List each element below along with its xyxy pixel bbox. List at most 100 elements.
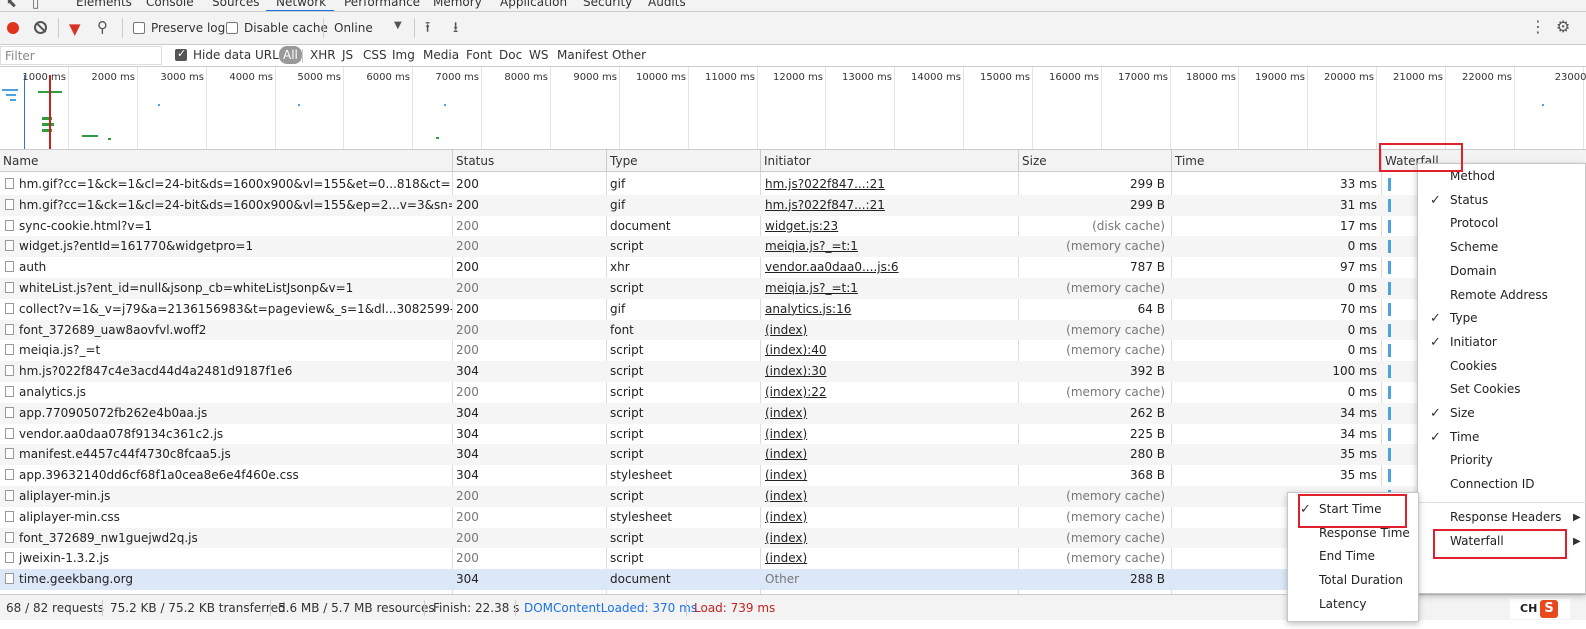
chevron-down-icon[interactable]: ▼ xyxy=(394,20,402,31)
column-menu-item[interactable]: Domain xyxy=(1418,260,1586,284)
request-initiator[interactable]: (index):22 xyxy=(760,382,1018,403)
more-options-icon[interactable]: ⋮ xyxy=(1530,17,1546,36)
column-menu-item[interactable]: Cookies xyxy=(1418,355,1586,379)
tab-elements[interactable]: Elements xyxy=(76,0,132,9)
request-initiator[interactable]: hm.js?022f847...:21 xyxy=(760,195,1018,216)
tab-security[interactable]: Security xyxy=(583,0,632,9)
search-icon[interactable]: ⚲ xyxy=(97,18,108,36)
request-initiator[interactable]: (index) xyxy=(760,528,1018,549)
column-header-status[interactable]: Status xyxy=(452,150,606,172)
column-submenu-item[interactable]: Response Headers ▶ xyxy=(1418,506,1586,530)
request-name-cell[interactable]: sync-cookie.html?v=1 xyxy=(0,216,452,237)
column-menu-item[interactable]: ✓ Size xyxy=(1418,402,1586,426)
request-name-cell[interactable]: hm.gif?cc=1&ck=1&cl=24-bit&ds=1600x900&v… xyxy=(0,174,452,195)
column-menu-item[interactable]: ✓ Time xyxy=(1418,426,1586,450)
type-filter-css[interactable]: CSS xyxy=(363,48,387,62)
type-filter-doc[interactable]: Doc xyxy=(499,48,522,62)
table-row[interactable]: manifest.e4457c44f4730c8fcaa5.js 304 scrip… xyxy=(0,444,1586,466)
request-initiator[interactable]: (index) xyxy=(760,486,1018,507)
column-submenu-item[interactable]: Waterfall ▶ xyxy=(1418,530,1586,554)
inspect-element-icon[interactable]: ⬉ xyxy=(6,0,17,11)
network-overview-timeline[interactable]: 1000 ms 2000 ms 3000 ms 4000 ms 5000 ms 6000 … xyxy=(0,67,1586,150)
record-button[interactable] xyxy=(7,22,19,34)
table-row[interactable]: meiqia.js?_=t 200 script (index):40 (memory … xyxy=(0,340,1586,361)
request-name-cell[interactable]: widget.js?entId=161770&widgetpro=1 xyxy=(0,236,452,257)
table-row[interactable]: auth 200 xhr vendor.aa0daa0....js:6 787 B 97 … xyxy=(0,257,1586,278)
column-menu-item[interactable]: ✓ Status xyxy=(1418,189,1586,213)
request-name-cell[interactable]: auth xyxy=(0,257,452,278)
throttling-select[interactable]: Online xyxy=(334,21,373,35)
request-name-cell[interactable]: font_372689_nw1guejwd2q.js xyxy=(0,528,452,549)
table-row[interactable]: app.770905072fb262e4b0aa.js 304 script (ind… xyxy=(0,402,1586,424)
request-initiator[interactable]: (index) xyxy=(760,444,1018,465)
type-filter-xhr[interactable]: XHR xyxy=(310,48,336,62)
request-initiator[interactable]: (index) xyxy=(760,465,1018,486)
device-toolbar-icon[interactable]: ▯ xyxy=(32,0,39,11)
waterfall-menu-item[interactable]: ✓ Start Time xyxy=(1288,498,1420,522)
column-menu-item[interactable]: Priority xyxy=(1418,449,1586,473)
table-row[interactable]: collect?v=1&_v=j79&a=2136156983&t=pagevi… xyxy=(0,299,1586,320)
request-name-cell[interactable]: aliplayer-min.js xyxy=(0,486,452,507)
tab-performance[interactable]: Performance xyxy=(344,0,420,9)
type-filter-manifest[interactable]: Manifest xyxy=(557,48,608,62)
tab-sources[interactable]: Sources xyxy=(212,0,259,9)
table-row[interactable]: sync-cookie.html?v=1 200 document widget.js… xyxy=(0,216,1586,237)
column-menu-item[interactable]: Set Cookies xyxy=(1418,378,1586,402)
tab-audits[interactable]: Audits xyxy=(648,0,686,9)
disable-cache-checkbox[interactable] xyxy=(226,22,238,34)
type-filter-media[interactable]: Media xyxy=(423,48,459,62)
column-menu-item[interactable]: Connection ID xyxy=(1418,473,1586,497)
table-row[interactable]: widget.js?entId=161770&widgetpro=1 200 scr… xyxy=(0,236,1586,258)
request-name-cell[interactable]: meiqia.js?_=t xyxy=(0,340,452,361)
request-name-cell[interactable]: hm.js?022f847c4e3acd44d4a2481d9187f1e6 xyxy=(0,361,452,382)
column-header-name[interactable]: Name xyxy=(0,150,452,172)
request-name-cell[interactable]: collect?v=1&_v=j79&a=2136156983&t=pagevi… xyxy=(0,299,452,320)
table-row[interactable]: vendor.aa0daa078f9134c361c2.js 304 script (… xyxy=(0,424,1586,445)
request-initiator[interactable]: vendor.aa0daa0....js:6 xyxy=(760,257,1018,278)
column-menu-item[interactable]: Remote Address xyxy=(1418,284,1586,308)
column-header-initiator[interactable]: Initiator xyxy=(760,150,1018,172)
column-menu-item[interactable]: Protocol xyxy=(1418,212,1586,236)
table-row[interactable]: whiteList.js?ent_id=null&jsonp_cb=whiteL… xyxy=(0,278,1586,299)
request-initiator[interactable]: (index) xyxy=(760,320,1018,341)
request-initiator[interactable]: analytics.js:16 xyxy=(760,299,1018,320)
waterfall-menu-item[interactable]: Latency xyxy=(1288,593,1420,617)
request-name-cell[interactable]: app.770905072fb262e4b0aa.js xyxy=(0,403,452,424)
column-header-type[interactable]: Type xyxy=(606,150,760,172)
request-initiator[interactable]: widget.js:23 xyxy=(760,216,1018,237)
table-row[interactable]: app.39632140dd6cf68f1a0cea8e6e4f460e.css… xyxy=(0,465,1586,486)
ime-indicator[interactable]: CH S xyxy=(1510,599,1570,619)
tab-console[interactable]: Console xyxy=(146,0,194,9)
request-initiator[interactable]: hm.js?022f847...:21 xyxy=(760,174,1018,195)
settings-gear-icon[interactable]: ⚙ xyxy=(1556,17,1570,36)
request-initiator[interactable]: meiqia.js?_=t:1 xyxy=(760,236,1018,257)
table-row[interactable]: hm.js?022f847c4e3acd44d4a2481d9187f1e6 30… xyxy=(0,361,1586,382)
request-initiator[interactable]: (index):30 xyxy=(760,361,1018,382)
request-initiator[interactable]: meiqia.js?_=t:1 xyxy=(760,278,1018,299)
column-header-time[interactable]: Time xyxy=(1171,150,1381,172)
type-filter-all[interactable]: All xyxy=(279,46,302,64)
request-initiator[interactable]: (index) xyxy=(760,507,1018,528)
tab-memory[interactable]: Memory xyxy=(433,0,482,9)
column-menu-item[interactable]: Method xyxy=(1418,165,1586,189)
request-name-cell[interactable]: whiteList.js?ent_id=null&jsonp_cb=whiteL… xyxy=(0,278,452,299)
hide-data-urls-checkbox[interactable] xyxy=(175,47,187,61)
request-initiator[interactable]: (index):40 xyxy=(760,340,1018,361)
request-name-cell[interactable]: aliplayer-min.css xyxy=(0,507,452,528)
request-name-cell[interactable]: app.39632140dd6cf68f1a0cea8e6e4f460e.css xyxy=(0,465,452,486)
request-initiator[interactable]: (index) xyxy=(760,548,1018,569)
type-filter-ws[interactable]: WS xyxy=(529,48,548,62)
tab-application[interactable]: Application xyxy=(500,0,567,9)
waterfall-menu-item[interactable]: End Time xyxy=(1288,545,1420,569)
type-filter-img[interactable]: Img xyxy=(392,48,415,62)
request-name-cell[interactable]: analytics.js xyxy=(0,382,452,403)
clear-icon[interactable] xyxy=(34,21,47,34)
waterfall-menu-item[interactable]: Total Duration xyxy=(1288,569,1420,593)
request-initiator[interactable]: (index) xyxy=(760,403,1018,424)
import-har-icon[interactable]: ⭱ xyxy=(425,17,430,42)
export-har-icon[interactable]: ⭳ xyxy=(453,17,458,42)
column-header-size[interactable]: Size xyxy=(1018,150,1171,172)
request-name-cell[interactable]: manifest.e4457c44f4730c8fcaa5.js xyxy=(0,444,452,465)
request-name-cell[interactable]: hm.gif?cc=1&ck=1&cl=24-bit&ds=1600x900&v… xyxy=(0,195,452,216)
request-name-cell[interactable]: font_372689_uaw8aovfvl.woff2 xyxy=(0,320,452,341)
